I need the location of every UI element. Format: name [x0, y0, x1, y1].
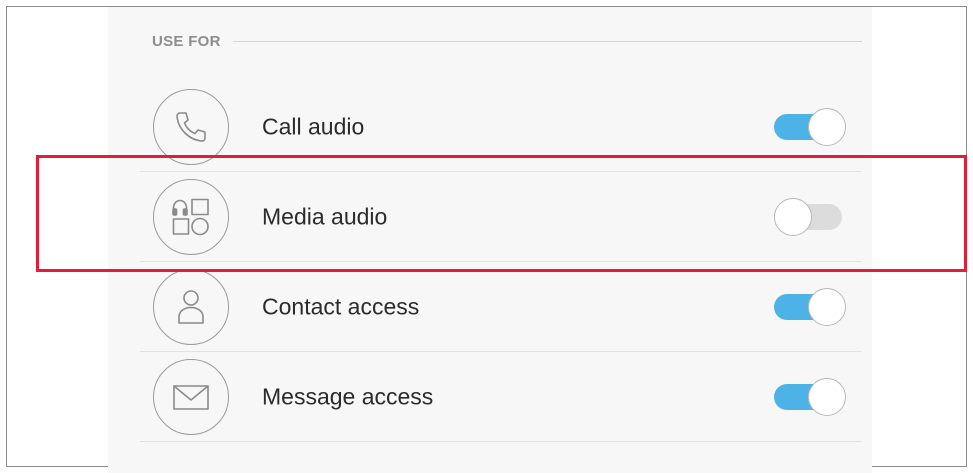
toggle-knob [774, 198, 812, 236]
setting-label-media-audio: Media audio [262, 203, 388, 230]
media-audio-toggle[interactable] [774, 198, 846, 236]
media-apps-icon [153, 179, 229, 255]
setting-label-message-access: Message access [262, 383, 434, 410]
phone-icon [153, 89, 229, 165]
setting-row-message-access[interactable]: Message access [140, 352, 862, 442]
setting-row-media-audio[interactable]: Media audio [140, 172, 862, 262]
setting-row-contact-access[interactable]: Contact access [140, 262, 862, 352]
envelope-icon [153, 359, 229, 435]
toggle-knob [808, 378, 846, 416]
message-access-toggle[interactable] [774, 378, 846, 416]
toggle-knob [808, 108, 846, 146]
toggle-knob [808, 288, 846, 326]
contact-access-toggle[interactable] [774, 288, 846, 326]
setting-label-contact-access: Contact access [262, 293, 420, 320]
person-icon [153, 269, 229, 345]
setting-label-call-audio: Call audio [262, 113, 365, 140]
call-audio-toggle[interactable] [774, 108, 846, 146]
section-header: USE FOR [152, 27, 862, 55]
section-divider [232, 40, 862, 42]
section-title: USE FOR [152, 32, 221, 50]
setting-row-call-audio[interactable]: Call audio [140, 82, 862, 172]
row-divider [140, 441, 862, 442]
